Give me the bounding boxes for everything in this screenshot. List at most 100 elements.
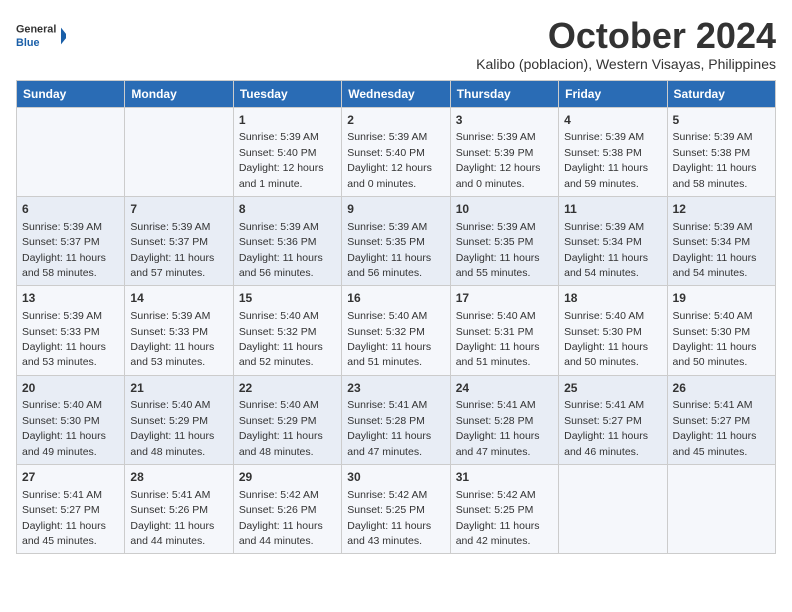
calendar-cell: 14Sunrise: 5:39 AM Sunset: 5:33 PM Dayli… <box>125 286 233 375</box>
day-detail: Sunrise: 5:42 AM Sunset: 5:25 PM Dayligh… <box>456 489 540 547</box>
calendar-cell: 4 Sunrise: 5:39 AM Sunset: 5:38 PM Daylig… <box>559 107 667 196</box>
day-number: 5 <box>673 112 770 129</box>
month-title: October 2024 <box>476 16 776 56</box>
calendar-cell: 25 Sunrise: 5:41 AM Sunset: 5:27 PM Dayli… <box>559 375 667 464</box>
day-number: 30 <box>347 469 444 486</box>
calendar-cell: 30 Sunrise: 5:42 AM Sunset: 5:25 PM Dayli… <box>342 465 450 554</box>
calendar-cell: 13Sunrise: 5:39 AM Sunset: 5:33 PM Dayli… <box>17 286 125 375</box>
day-number: 23 <box>347 380 444 397</box>
day-number: 15 <box>239 290 336 307</box>
weekday-header-wednesday: Wednesday <box>342 80 450 107</box>
day-detail: Sunrise: 5:41 AM Sunset: 5:27 PM Dayligh… <box>564 399 648 457</box>
calendar-cell: 3Sunrise: 5:39 AM Sunset: 5:39 PM Daylig… <box>450 107 558 196</box>
day-number: 11 <box>564 201 661 218</box>
day-detail: Sunrise: 5:39 AM Sunset: 5:35 PM Dayligh… <box>456 221 540 279</box>
calendar-table: SundayMondayTuesdayWednesdayThursdayFrid… <box>16 80 776 555</box>
day-detail: Sunrise: 5:42 AM Sunset: 5:25 PM Dayligh… <box>347 489 431 547</box>
day-detail: Sunrise: 5:40 AM Sunset: 5:32 PM Dayligh… <box>347 310 431 368</box>
weekday-header-sunday: Sunday <box>17 80 125 107</box>
day-detail: Sunrise: 5:39 AM Sunset: 5:39 PM Dayligh… <box>456 131 541 189</box>
day-number: 8 <box>239 201 336 218</box>
day-number: 27 <box>22 469 119 486</box>
svg-text:General: General <box>16 24 56 36</box>
calendar-cell <box>125 107 233 196</box>
day-number: 7 <box>130 201 227 218</box>
weekday-header-row: SundayMondayTuesdayWednesdayThursdayFrid… <box>17 80 776 107</box>
day-number: 12 <box>673 201 770 218</box>
day-number: 22 <box>239 380 336 397</box>
calendar-cell: 17 Sunrise: 5:40 AM Sunset: 5:31 PM Dayli… <box>450 286 558 375</box>
day-detail: Sunrise: 5:42 AM Sunset: 5:26 PM Dayligh… <box>239 489 323 547</box>
day-detail: Sunrise: 5:39 AM Sunset: 5:34 PM Dayligh… <box>564 221 648 279</box>
day-detail: Sunrise: 5:39 AM Sunset: 5:36 PM Dayligh… <box>239 221 323 279</box>
title-block: October 2024 Kalibo (poblacion), Western… <box>476 16 776 72</box>
calendar-cell: 2Sunrise: 5:39 AM Sunset: 5:40 PM Daylig… <box>342 107 450 196</box>
day-number: 20 <box>22 380 119 397</box>
calendar-cell: 23 Sunrise: 5:41 AM Sunset: 5:28 PM Dayli… <box>342 375 450 464</box>
calendar-cell: 31 Sunrise: 5:42 AM Sunset: 5:25 PM Dayli… <box>450 465 558 554</box>
calendar-cell <box>17 107 125 196</box>
calendar-week-4: 20 Sunrise: 5:40 AM Sunset: 5:30 PM Dayli… <box>17 375 776 464</box>
calendar-cell: 10Sunrise: 5:39 AM Sunset: 5:35 PM Dayli… <box>450 196 558 285</box>
day-detail: Sunrise: 5:41 AM Sunset: 5:26 PM Dayligh… <box>130 489 214 547</box>
day-detail: Sunrise: 5:40 AM Sunset: 5:29 PM Dayligh… <box>130 399 214 457</box>
day-detail: Sunrise: 5:39 AM Sunset: 5:38 PM Dayligh… <box>564 131 648 189</box>
calendar-cell: 11 Sunrise: 5:39 AM Sunset: 5:34 PM Dayli… <box>559 196 667 285</box>
day-number: 26 <box>673 380 770 397</box>
day-number: 9 <box>347 201 444 218</box>
day-detail: Sunrise: 5:39 AM Sunset: 5:38 PM Dayligh… <box>673 131 757 189</box>
calendar-cell: 12Sunrise: 5:39 AM Sunset: 5:34 PM Dayli… <box>667 196 775 285</box>
calendar-cell <box>559 465 667 554</box>
day-detail: Sunrise: 5:39 AM Sunset: 5:40 PM Dayligh… <box>347 131 432 189</box>
day-detail: Sunrise: 5:41 AM Sunset: 5:27 PM Dayligh… <box>673 399 757 457</box>
calendar-cell: 6 Sunrise: 5:39 AM Sunset: 5:37 PM Daylig… <box>17 196 125 285</box>
weekday-header-monday: Monday <box>125 80 233 107</box>
calendar-week-2: 6 Sunrise: 5:39 AM Sunset: 5:37 PM Daylig… <box>17 196 776 285</box>
day-number: 28 <box>130 469 227 486</box>
day-detail: Sunrise: 5:41 AM Sunset: 5:28 PM Dayligh… <box>456 399 540 457</box>
day-detail: Sunrise: 5:39 AM Sunset: 5:35 PM Dayligh… <box>347 221 431 279</box>
day-detail: Sunrise: 5:40 AM Sunset: 5:31 PM Dayligh… <box>456 310 540 368</box>
calendar-week-1: 1Sunrise: 5:39 AM Sunset: 5:40 PM Daylig… <box>17 107 776 196</box>
calendar-cell: 26 Sunrise: 5:41 AM Sunset: 5:27 PM Dayli… <box>667 375 775 464</box>
day-detail: Sunrise: 5:40 AM Sunset: 5:30 PM Dayligh… <box>564 310 648 368</box>
day-number: 6 <box>22 201 119 218</box>
day-number: 16 <box>347 290 444 307</box>
calendar-cell: 7 Sunrise: 5:39 AM Sunset: 5:37 PM Daylig… <box>125 196 233 285</box>
calendar-cell: 16 Sunrise: 5:40 AM Sunset: 5:32 PM Dayli… <box>342 286 450 375</box>
day-number: 14 <box>130 290 227 307</box>
day-detail: Sunrise: 5:40 AM Sunset: 5:30 PM Dayligh… <box>22 399 106 457</box>
day-detail: Sunrise: 5:39 AM Sunset: 5:33 PM Dayligh… <box>22 310 106 368</box>
day-number: 25 <box>564 380 661 397</box>
calendar-cell <box>667 465 775 554</box>
calendar-cell: 1Sunrise: 5:39 AM Sunset: 5:40 PM Daylig… <box>233 107 341 196</box>
day-detail: Sunrise: 5:39 AM Sunset: 5:37 PM Dayligh… <box>22 221 106 279</box>
day-detail: Sunrise: 5:39 AM Sunset: 5:40 PM Dayligh… <box>239 131 324 189</box>
calendar-cell: 21Sunrise: 5:40 AM Sunset: 5:29 PM Dayli… <box>125 375 233 464</box>
calendar-cell: 9 Sunrise: 5:39 AM Sunset: 5:35 PM Daylig… <box>342 196 450 285</box>
calendar-cell: 27Sunrise: 5:41 AM Sunset: 5:27 PM Dayli… <box>17 465 125 554</box>
weekday-header-tuesday: Tuesday <box>233 80 341 107</box>
weekday-header-saturday: Saturday <box>667 80 775 107</box>
svg-text:Blue: Blue <box>16 37 39 49</box>
calendar-cell: 18Sunrise: 5:40 AM Sunset: 5:30 PM Dayli… <box>559 286 667 375</box>
day-number: 19 <box>673 290 770 307</box>
day-number: 17 <box>456 290 553 307</box>
day-number: 4 <box>564 112 661 129</box>
weekday-header-thursday: Thursday <box>450 80 558 107</box>
day-number: 31 <box>456 469 553 486</box>
calendar-cell: 5 Sunrise: 5:39 AM Sunset: 5:38 PM Daylig… <box>667 107 775 196</box>
calendar-cell: 28 Sunrise: 5:41 AM Sunset: 5:26 PM Dayli… <box>125 465 233 554</box>
day-detail: Sunrise: 5:41 AM Sunset: 5:28 PM Dayligh… <box>347 399 431 457</box>
day-detail: Sunrise: 5:40 AM Sunset: 5:32 PM Dayligh… <box>239 310 323 368</box>
calendar-week-5: 27Sunrise: 5:41 AM Sunset: 5:27 PM Dayli… <box>17 465 776 554</box>
logo-svg: General Blue <box>16 16 66 56</box>
calendar-cell: 8 Sunrise: 5:39 AM Sunset: 5:36 PM Daylig… <box>233 196 341 285</box>
day-detail: Sunrise: 5:39 AM Sunset: 5:37 PM Dayligh… <box>130 221 214 279</box>
calendar-cell: 15 Sunrise: 5:40 AM Sunset: 5:32 PM Dayli… <box>233 286 341 375</box>
calendar-cell: 29Sunrise: 5:42 AM Sunset: 5:26 PM Dayli… <box>233 465 341 554</box>
calendar-cell: 22Sunrise: 5:40 AM Sunset: 5:29 PM Dayli… <box>233 375 341 464</box>
calendar-cell: 20 Sunrise: 5:40 AM Sunset: 5:30 PM Dayli… <box>17 375 125 464</box>
weekday-header-friday: Friday <box>559 80 667 107</box>
location-subtitle: Kalibo (poblacion), Western Visayas, Phi… <box>476 56 776 72</box>
